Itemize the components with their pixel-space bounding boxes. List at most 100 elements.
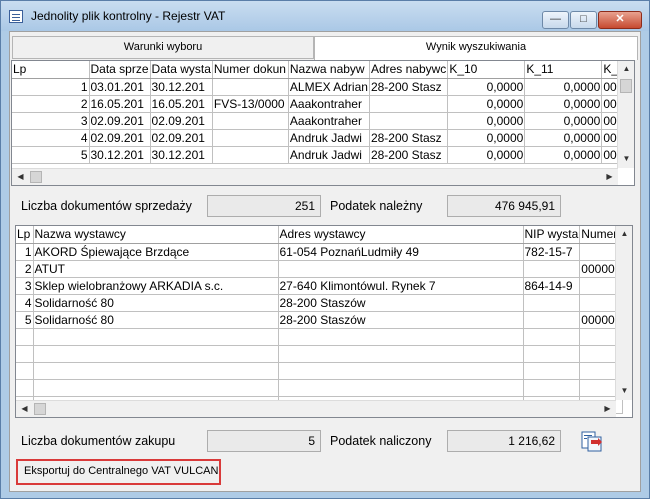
export-document-icon[interactable] [580, 429, 604, 453]
empty-row [16, 362, 624, 380]
table-cell: 16.05.201 [89, 95, 151, 113]
column-header[interactable]: Data wysta [150, 61, 213, 79]
table-cell: 0,0000 [447, 112, 526, 130]
column-header[interactable]: K_11 [524, 61, 603, 79]
table-cell: 03.01.201 [89, 78, 151, 96]
table-cell: 3 [16, 277, 34, 295]
table-cell: Aaakontraher [288, 95, 370, 113]
empty-row [16, 328, 624, 346]
table-cell: 28-200 Stasz [369, 146, 449, 164]
table-cell [278, 260, 524, 278]
close-button[interactable]: ✕ [598, 11, 642, 29]
table-row[interactable]: 2 16.05.201 16.05.201 FVS-13/0000 Aaakon… [12, 95, 634, 113]
column-header[interactable]: Lp [16, 226, 34, 244]
column-header[interactable]: Adres wystawcy [278, 226, 524, 244]
table-row[interactable]: 1 03.01.201 30.12.201 ALMEX Adrian 28-20… [12, 78, 634, 96]
column-header[interactable]: NIP wysta [523, 226, 581, 244]
scroll-left-icon[interactable]: ◀ [12, 169, 29, 185]
sales-grid[interactable]: Lp Data sprze Data wysta Numer dokun Naz… [11, 60, 635, 186]
scroll-thumb[interactable] [620, 79, 632, 93]
purchase-tax-label: Podatek naliczony [330, 434, 432, 448]
column-header[interactable]: Adres nabywc [369, 61, 449, 79]
table-cell [212, 146, 289, 164]
scroll-thumb[interactable] [30, 171, 42, 183]
empty-row [16, 345, 624, 363]
minimize-button[interactable]: — [542, 11, 569, 29]
scroll-right-icon[interactable]: ▶ [599, 401, 616, 417]
table-cell [523, 311, 581, 329]
table-cell [212, 78, 289, 96]
main-window: Jednolity plik kontrolny - Rejestr VAT —… [0, 0, 650, 499]
table-cell: 0,0000 [524, 78, 603, 96]
sales-count-label: Liczba dokumentów sprzedaży [21, 199, 192, 213]
scroll-right-icon[interactable]: ▶ [601, 169, 618, 185]
table-cell: 0,0000 [524, 95, 603, 113]
table-cell: 02.09.201 [150, 129, 213, 147]
sales-horizontal-scrollbar[interactable]: ◀ ▶ [12, 168, 618, 185]
table-cell: 28-200 Staszów [278, 311, 524, 329]
table-cell: 16.05.201 [150, 95, 213, 113]
table-cell: FVS-13/0000 [212, 95, 289, 113]
sales-table: Lp Data sprze Data wysta Numer dokun Naz… [12, 61, 634, 164]
column-header[interactable]: Data sprze [89, 61, 151, 79]
table-cell: 5 [16, 311, 34, 329]
purchase-vertical-scrollbar[interactable]: ▲ ▼ [615, 226, 632, 400]
table-cell: 02.09.201 [89, 129, 151, 147]
sales-vertical-scrollbar[interactable]: ▲ ▼ [617, 61, 634, 168]
table-cell: 30.12.201 [150, 146, 213, 164]
title-bar[interactable]: Jednolity plik kontrolny - Rejestr VAT —… [1, 1, 649, 31]
table-row[interactable]: 5 30.12.201 30.12.201 Andruk Jadwi 28-20… [12, 146, 634, 164]
table-cell: ALMEX Adrian [288, 78, 370, 96]
sales-tax-label: Podatek należny [330, 199, 423, 213]
table-cell: Andruk Jadwi [288, 146, 370, 164]
scroll-left-icon[interactable]: ◀ [16, 401, 33, 417]
table-cell: Sklep wielobranżowy ARKADIA s.c. [33, 277, 279, 295]
table-cell: 0,0000 [447, 78, 526, 96]
column-header[interactable]: K_10 [447, 61, 526, 79]
scroll-up-icon[interactable]: ▲ [618, 61, 634, 78]
table-cell: 4 [12, 129, 90, 147]
table-cell: 0,0000 [447, 95, 526, 113]
tab-label: Warunki wyboru [123, 41, 203, 53]
table-cell: 3 [12, 112, 90, 130]
table-row[interactable]: 4 Solidarność 80 28-200 Staszów [16, 294, 624, 312]
scroll-thumb[interactable] [34, 403, 46, 415]
maximize-button[interactable]: □ [570, 11, 597, 29]
export-vulcan-button[interactable]: Eksportuj do Centralnego VAT VULCAN [16, 459, 221, 485]
table-cell: 2 [16, 260, 34, 278]
purchase-horizontal-scrollbar[interactable]: ◀ ▶ [16, 400, 616, 417]
column-header[interactable]: Lp [12, 61, 90, 79]
table-row[interactable]: 3 02.09.201 02.09.201 Aaakontraher 0,000… [12, 112, 634, 130]
table-cell: 1 [12, 78, 90, 96]
table-cell: 864-14-9 [523, 277, 581, 295]
table-cell: Andruk Jadwi [288, 129, 370, 147]
scroll-down-icon[interactable]: ▼ [618, 151, 634, 168]
table-cell: AKORD Śpiewające Brzdące [33, 243, 279, 261]
empty-row [16, 379, 624, 397]
table-cell: 0,0000 [447, 146, 526, 164]
table-cell: 0,0000 [524, 146, 603, 164]
tab-warunki-wyboru[interactable]: Warunki wyboru [12, 36, 314, 59]
table-cell: 0,0000 [524, 112, 603, 130]
table-cell [212, 112, 289, 130]
column-header[interactable]: Numer dokun [212, 61, 289, 79]
table-row[interactable]: 2 ATUT 000002 [16, 260, 624, 278]
table-row[interactable]: 3 Sklep wielobranżowy ARKADIA s.c. 27-64… [16, 277, 624, 295]
tab-wynik-wyszukiwania[interactable]: Wynik wyszukiwania [314, 36, 638, 60]
table-row[interactable]: 4 02.09.201 02.09.201 Andruk Jadwi 28-20… [12, 129, 634, 147]
column-header[interactable]: Nazwa nabyw [288, 61, 370, 79]
scroll-up-icon[interactable]: ▲ [616, 226, 632, 243]
purchase-grid[interactable]: Lp Nazwa wystawcy Adres wystawcy NIP wys… [15, 225, 633, 418]
table-cell: 30.12.201 [150, 78, 213, 96]
table-cell: Solidarność 80 [33, 311, 279, 329]
table-row[interactable]: 5 Solidarność 80 28-200 Staszów 000007 [16, 311, 624, 329]
purchase-table: Lp Nazwa wystawcy Adres wystawcy NIP wys… [16, 226, 624, 414]
window-client: Warunki wyboru Wynik wyszukiwania Lp Dat… [9, 31, 641, 492]
window-title: Jednolity plik kontrolny - Rejestr VAT [31, 9, 226, 23]
table-cell: 30.12.201 [89, 146, 151, 164]
scroll-down-icon[interactable]: ▼ [616, 383, 632, 400]
sales-tax-field: 476 945,91 [447, 195, 561, 217]
table-cell [369, 95, 449, 113]
table-row[interactable]: 1 AKORD Śpiewające Brzdące 61-054 Poznań… [16, 243, 624, 261]
column-header[interactable]: Nazwa wystawcy [33, 226, 279, 244]
